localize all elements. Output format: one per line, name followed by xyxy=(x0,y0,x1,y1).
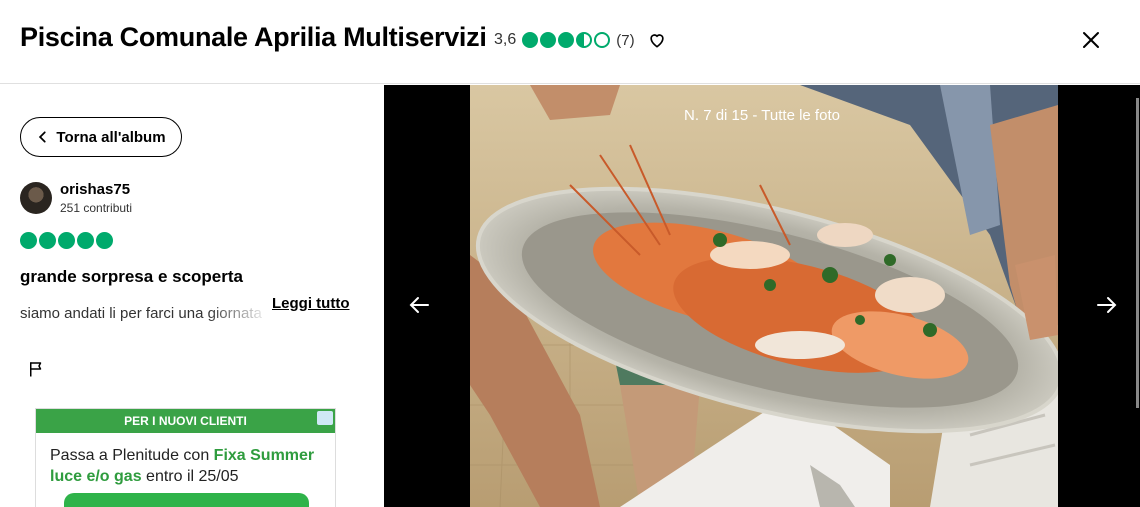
adchoices-icon[interactable] xyxy=(317,411,333,425)
advertisement[interactable]: PER I NUOVI CLIENTI Passa a Plenitude co… xyxy=(35,408,336,507)
review-panel: Torna all'album orishas75 251 contributi… xyxy=(0,85,384,507)
ad-highlight-1: Fixa Summer xyxy=(213,447,315,464)
rating-bubble-full xyxy=(522,32,539,48)
rating-bubble-full xyxy=(58,232,75,249)
rating-bubble-full xyxy=(540,32,557,48)
review-title: grande sorpresa e scoperta xyxy=(20,267,243,286)
rating-bubble-full xyxy=(39,232,56,249)
avatar[interactable] xyxy=(20,182,52,214)
rating-bubble-full xyxy=(20,232,37,249)
photo-viewer: N. 7 di 15 - Tutte le foto xyxy=(384,85,1140,507)
rating-bubble-full xyxy=(96,232,113,249)
seafood-platter-photo[interactable] xyxy=(470,85,1058,507)
arrow-right-icon[interactable] xyxy=(1094,293,1118,317)
rating[interactable]: 3,6 (7) xyxy=(494,30,635,50)
contributions-count: 251 contributi xyxy=(60,201,133,215)
header: Piscina Comunale Aprilia Multiservizi 3,… xyxy=(0,0,1140,84)
rating-bubble-full xyxy=(558,32,575,48)
arrow-left-icon[interactable] xyxy=(408,293,432,317)
review-count: (7) xyxy=(616,31,635,49)
review-rating-bubbles xyxy=(20,232,113,249)
rating-bubble-full xyxy=(77,232,94,249)
page-title: Piscina Comunale Aprilia Multiservizi xyxy=(20,22,487,52)
flag-icon[interactable] xyxy=(27,360,45,378)
back-to-album-label: Torna all'album xyxy=(56,128,166,146)
scrollbar[interactable] xyxy=(1136,98,1139,408)
ad-banner: PER I NUOVI CLIENTI xyxy=(36,409,335,433)
ad-text: Passa a Plenitude con Fixa Summer luce e… xyxy=(36,433,335,487)
ad-cta-button[interactable] xyxy=(64,493,309,507)
photo-counter[interactable]: N. 7 di 15 - Tutte le foto xyxy=(384,107,1140,124)
ad-highlight-2: luce e/o gas xyxy=(50,468,142,485)
back-to-album-button[interactable]: Torna all'album xyxy=(20,117,182,157)
rating-bubbles xyxy=(522,32,611,48)
review-text: siamo andati li per farci una giornata xyxy=(20,305,262,322)
rating-bubble-half xyxy=(576,32,593,48)
username[interactable]: orishas75 xyxy=(60,181,130,198)
rating-bubble-empty xyxy=(594,32,611,48)
close-icon[interactable] xyxy=(1079,28,1103,52)
ad-text-2: entro il 25/05 xyxy=(141,468,239,485)
read-more-link[interactable]: Leggi tutto xyxy=(272,295,349,312)
heart-icon[interactable] xyxy=(647,30,667,50)
rating-value: 3,6 xyxy=(494,31,517,48)
ad-text-1: Passa a Plenitude con xyxy=(50,447,214,464)
chevron-left-icon xyxy=(39,131,47,143)
